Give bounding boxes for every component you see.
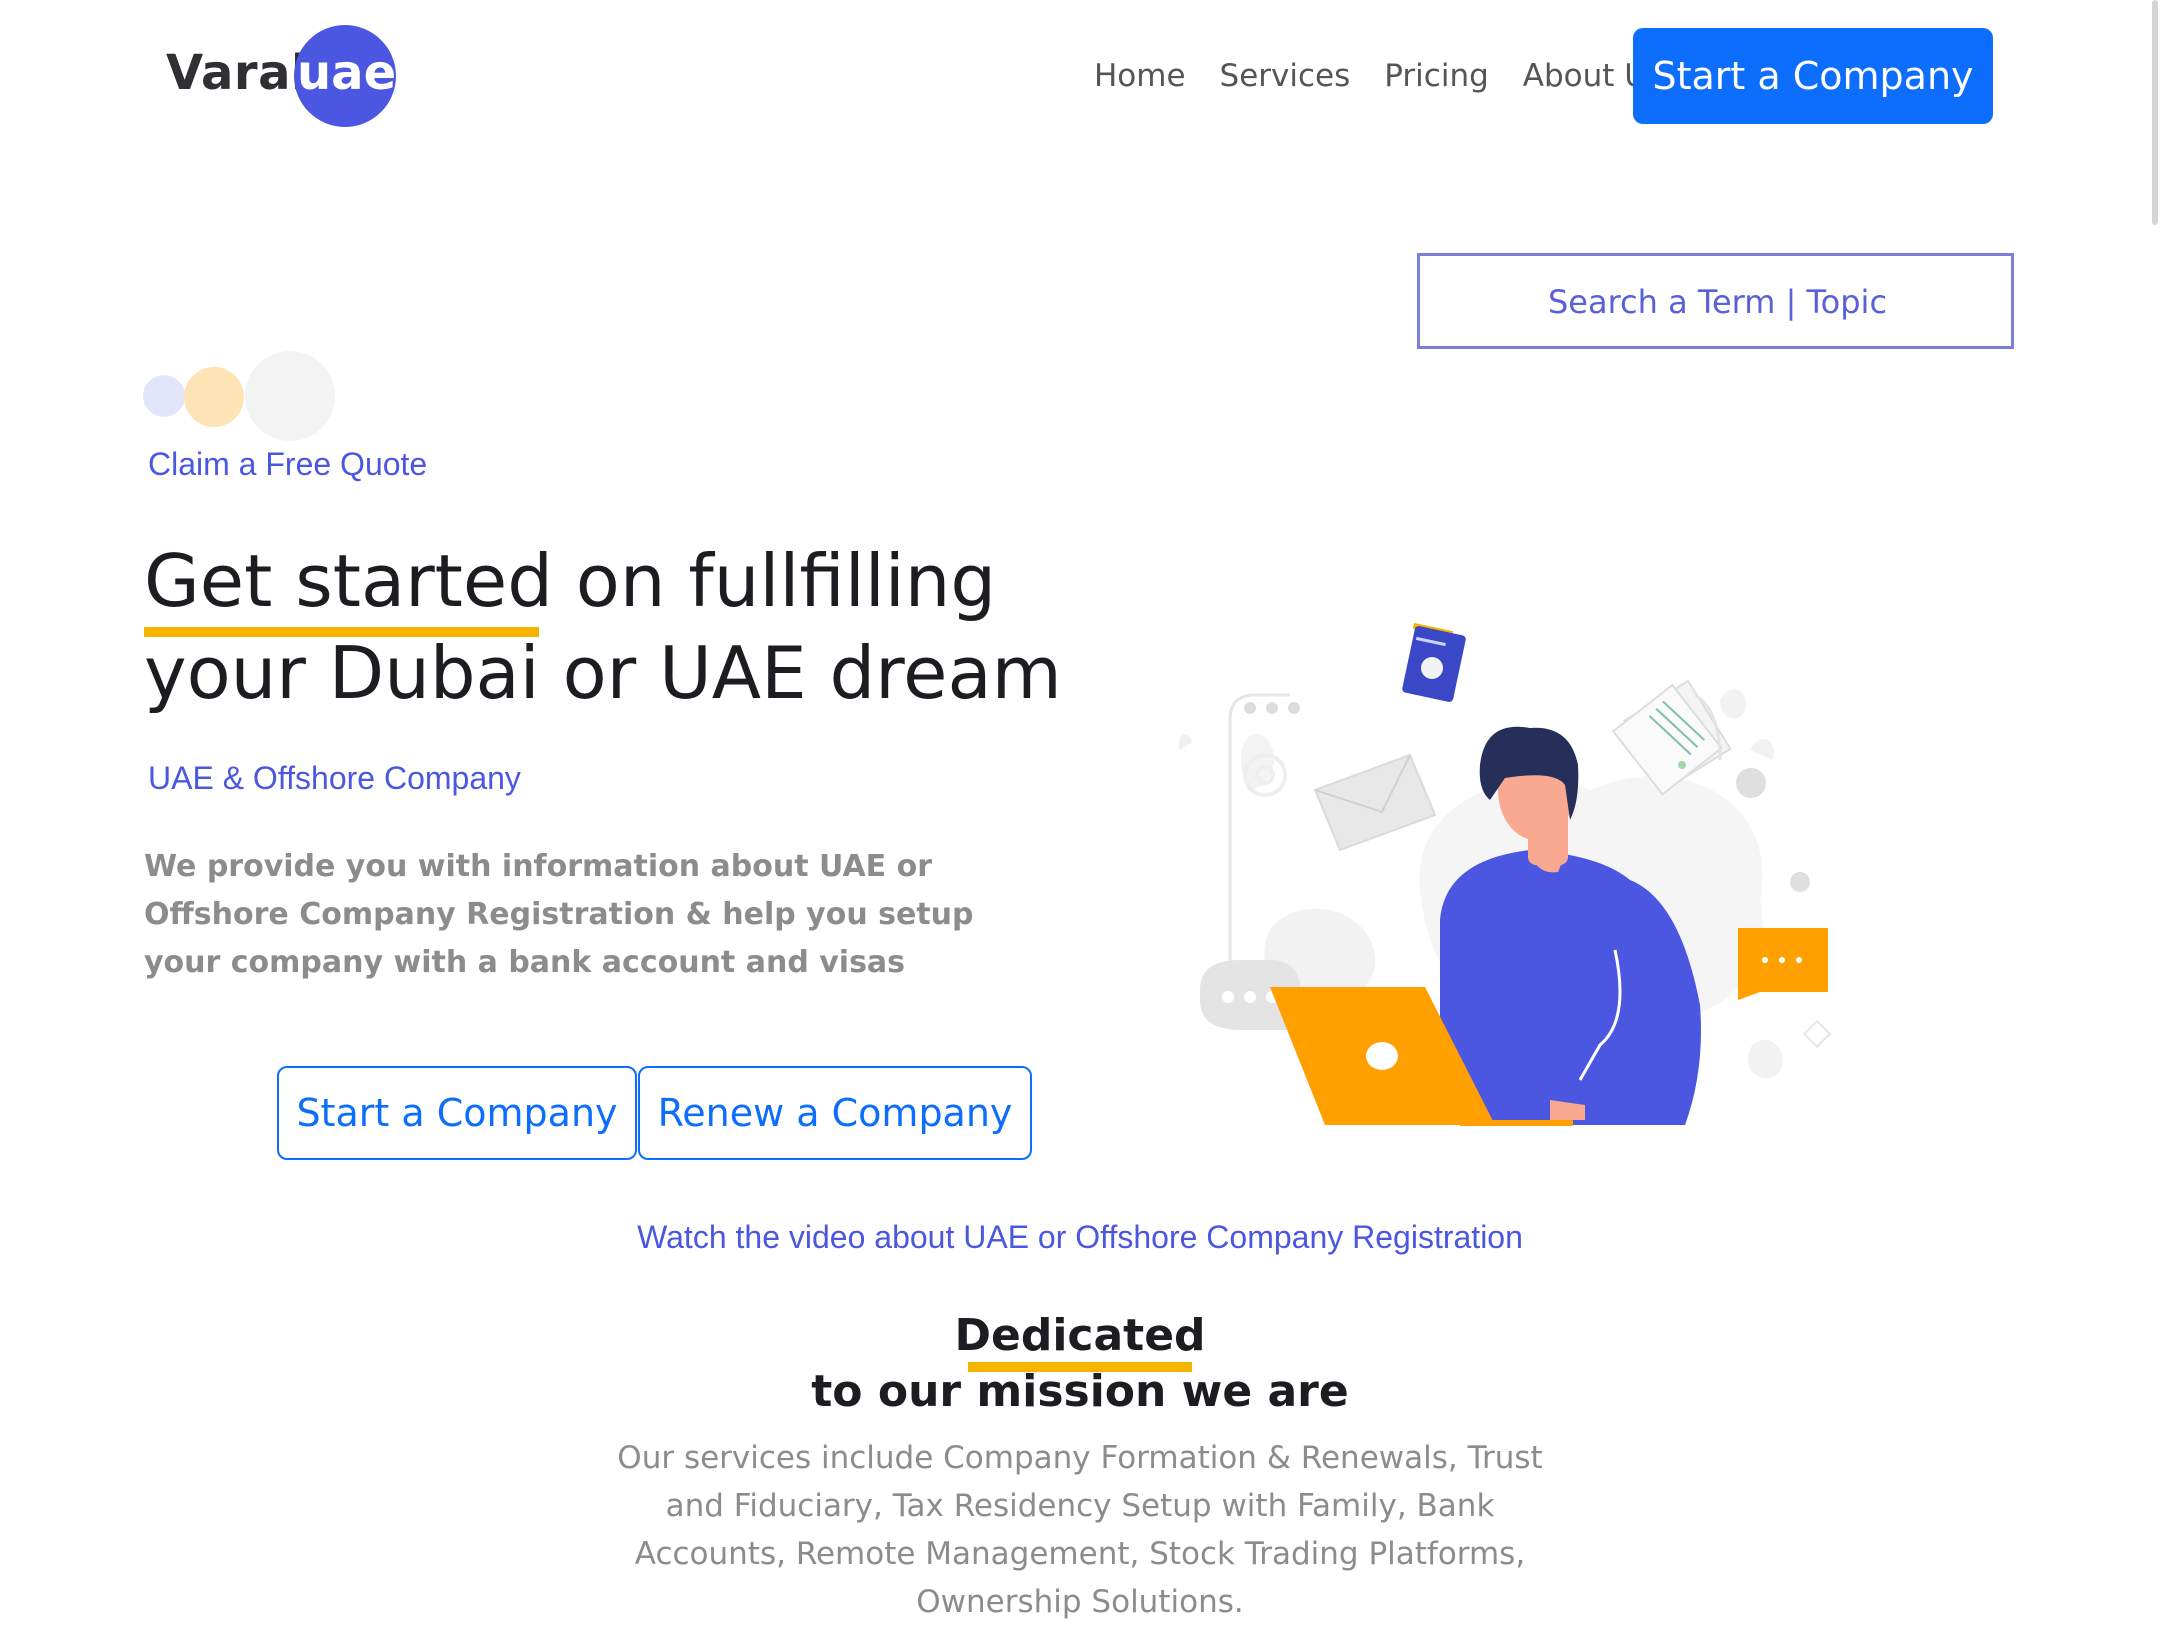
renew-company-button[interactable]: Renew a Company — [638, 1066, 1032, 1160]
chat-bubble-icon — [1738, 928, 1828, 1000]
logo-badge: uae — [297, 45, 397, 101]
scrollbar-thumb[interactable] — [2152, 0, 2158, 225]
start-company-button[interactable]: Start a Company — [277, 1066, 637, 1160]
mission-description: Our services include Company Formation &… — [617, 1440, 1543, 1620]
mission-title-line2: to our mission we are — [811, 1366, 1349, 1417]
start-company-nav-button[interactable]: Start a Company — [1633, 28, 1993, 124]
nav-services[interactable]: Services — [1220, 58, 1351, 94]
hero-illustration — [1178, 622, 1832, 1126]
nav-home[interactable]: Home — [1094, 58, 1186, 94]
decorative-dot — [245, 351, 335, 441]
decorative-dot — [143, 375, 185, 417]
decorative-dot — [184, 367, 244, 427]
mission-title-underline — [968, 1362, 1192, 1372]
logo-wordmark: Varal — [166, 45, 308, 101]
passport-icon — [1402, 622, 1466, 702]
mail-icon — [1313, 753, 1437, 852]
watch-video-link[interactable]: Watch the video about UAE or Offshore Co… — [0, 1219, 2160, 1256]
nav-pricing[interactable]: Pricing — [1384, 58, 1489, 94]
hero-title-line2: your Dubai or UAE dream — [144, 631, 1062, 715]
search-input[interactable] — [1420, 256, 2015, 348]
hero-title-line1: Get started on fullfilling — [144, 539, 997, 623]
mission-title-line1: Dedicated — [954, 1310, 1206, 1361]
hero-subtitle-link[interactable]: UAE & Offshore Company — [148, 760, 521, 797]
search-box — [1417, 253, 2015, 349]
claim-quote-link[interactable]: Claim a Free Quote — [148, 446, 427, 483]
document-icon — [1611, 679, 1732, 796]
hero-description: We provide you with information about UA… — [144, 849, 974, 980]
main-nav: Home Services Pricing About Us — [1094, 58, 1663, 94]
hero-title-underline — [144, 627, 539, 637]
